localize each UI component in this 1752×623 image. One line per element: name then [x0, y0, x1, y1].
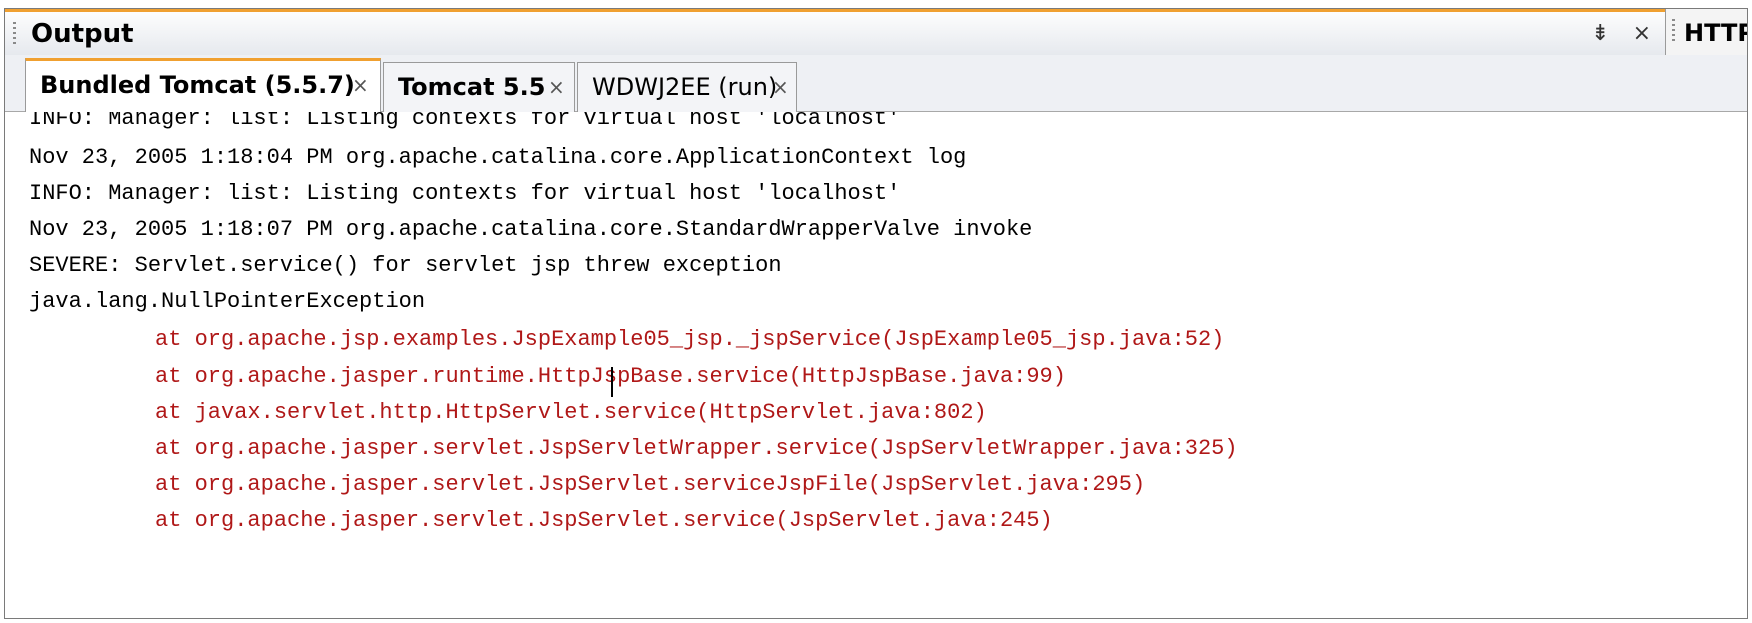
console-line: Nov 23, 2005 1:18:07 PM org.apache.catal… — [29, 217, 1033, 242]
tab-wdwj2ee-run[interactable]: WDWJ2EE (run) × — [577, 62, 797, 112]
minimize-icon[interactable]: ⇟ — [1591, 21, 1609, 46]
tab-label: Bundled Tomcat (5.5.7) — [40, 71, 355, 99]
drag-grip-icon — [1672, 19, 1675, 43]
side-tab-label: HTTP — [1684, 19, 1748, 47]
output-window: Output ⇟ × HTTP Bundled Tomcat (5.5.7) ×… — [4, 8, 1748, 619]
http-monitor-tab[interactable]: HTTP — [1665, 9, 1748, 55]
console-line: java.lang.NullPointerException — [29, 289, 426, 314]
tab-tomcat-5-5[interactable]: Tomcat 5.5 × — [383, 62, 575, 112]
drag-grip-icon[interactable] — [13, 22, 16, 46]
console-line: Nov 23, 2005 1:18:04 PM org.apache.catal… — [29, 145, 967, 170]
console-line: SEVERE: Servlet.service() for servlet js… — [29, 253, 782, 278]
close-tab-icon[interactable]: × — [772, 75, 789, 99]
window-title: Output — [31, 19, 134, 49]
stack-trace-link[interactable]: at javax.servlet.http.HttpServlet.servic… — [155, 400, 987, 436]
tab-bundled-tomcat[interactable]: Bundled Tomcat (5.5.7) × — [25, 58, 381, 112]
stack-trace-link[interactable]: at org.apache.jasper.servlet.JspServlet.… — [155, 508, 1053, 544]
console-line: INFO: Manager: list: Listing contexts fo… — [29, 181, 901, 206]
close-tab-icon[interactable]: × — [548, 75, 565, 99]
output-title-bar[interactable]: Output ⇟ × — [5, 9, 1665, 55]
stack-trace-link[interactable]: at org.apache.jsp.examples.JspExample05_… — [155, 327, 1224, 363]
close-icon[interactable]: × — [1633, 21, 1651, 46]
tab-label: Tomcat 5.5 — [398, 73, 546, 101]
output-tab-row: Bundled Tomcat (5.5.7) × Tomcat 5.5 × WD… — [5, 55, 1747, 112]
close-tab-icon[interactable]: × — [352, 73, 369, 97]
console-output[interactable]: INFO: Manager: list: Listing contexts fo… — [5, 112, 1747, 618]
stack-trace-link[interactable]: at org.apache.jasper.servlet.JspServlet.… — [155, 472, 1145, 508]
tab-label: WDWJ2EE (run) — [592, 73, 778, 101]
title-controls: ⇟ × — [1575, 21, 1651, 46]
console-line: INFO: Manager: list: Listing contexts fo… — [29, 112, 901, 131]
text-caret — [611, 367, 613, 397]
stack-trace-link[interactable]: at org.apache.jasper.servlet.JspServletW… — [155, 436, 1238, 472]
